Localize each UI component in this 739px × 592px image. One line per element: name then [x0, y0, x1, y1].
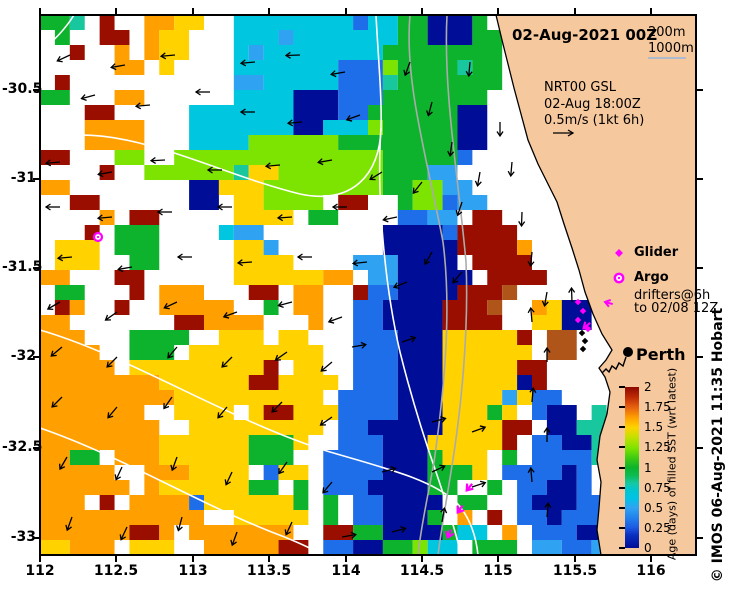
- colorbar-tick: [619, 446, 625, 449]
- x-tick-label: 114.5: [399, 563, 445, 579]
- contour-1000m-sample-line: [648, 57, 686, 59]
- contour-legend-200m: 200m: [648, 25, 686, 40]
- y-tick-right: [696, 356, 703, 358]
- y-tick-label: -32: [10, 348, 36, 364]
- colorbar-tick-label: 0: [644, 541, 652, 555]
- x-tick-top: [650, 8, 652, 15]
- y-tick-right: [696, 537, 703, 539]
- x-tick: [497, 555, 499, 562]
- x-tick-label: 116: [636, 563, 666, 579]
- x-tick: [268, 555, 270, 562]
- x-tick-top: [574, 8, 576, 15]
- argo-marker-icon: [613, 272, 625, 284]
- x-tick: [39, 555, 41, 562]
- colorbar-tick: [619, 426, 625, 429]
- contour-legend-1000m: 1000m: [648, 41, 694, 56]
- x-tick-top: [192, 8, 194, 15]
- x-tick-top: [115, 8, 117, 15]
- y-tick-label: -31: [10, 170, 36, 186]
- x-tick-label: 114: [331, 563, 361, 579]
- perth-dot: [623, 347, 633, 357]
- x-tick-label: 112.5: [93, 563, 139, 579]
- x-tick: [345, 555, 347, 562]
- y-tick-label: -33: [10, 529, 36, 545]
- vector-legend-line1: NRT00 GSL: [544, 80, 616, 95]
- colorbar-tick-label: 1.5: [644, 420, 664, 435]
- y-tick-right: [696, 267, 703, 269]
- x-tick-label: 115.5: [552, 563, 598, 579]
- vector-legend: NRT00 GSL 02-Aug 18:00Z 0.5m/s (1kt 6h): [544, 80, 644, 130]
- colorbar-tick: [619, 486, 625, 489]
- y-tick-right: [696, 447, 703, 449]
- glider-label: Glider: [634, 245, 679, 260]
- y-tick-label: -31.5: [2, 259, 43, 275]
- x-tick: [650, 555, 652, 562]
- colorbar: [625, 387, 639, 548]
- x-tick-top: [39, 8, 41, 15]
- colorbar-axis-label: Age (days) of filled SST (wrt latest): [665, 367, 679, 561]
- x-tick: [192, 555, 194, 562]
- x-tick: [115, 555, 117, 562]
- colorbar-tick-label: 2: [644, 380, 652, 394]
- colorbar-tick: [619, 526, 625, 529]
- y-tick-right: [696, 178, 703, 180]
- watermark-imos: © IMOS 06-Aug-2021 11:35 Hobart: [710, 307, 726, 583]
- x-tick-label: 112: [25, 563, 55, 579]
- x-tick-top: [268, 8, 270, 15]
- drifter-marker-icon: [603, 298, 613, 308]
- x-tick-top: [421, 8, 423, 15]
- argo-label: Argo: [634, 270, 669, 285]
- colorbar-tick: [619, 547, 625, 549]
- x-tick: [574, 555, 576, 562]
- glider-marker-icon: [615, 249, 623, 257]
- city-label-perth: Perth: [636, 345, 686, 364]
- colorbar-tick-label: 1: [644, 460, 652, 475]
- x-tick: [421, 555, 423, 562]
- colorbar-tick: [619, 406, 625, 409]
- map-title: 02-Aug-2021 00Z: [512, 26, 658, 44]
- colorbar-tick-label: 0.5: [644, 500, 664, 515]
- y-tick-right: [696, 89, 703, 91]
- x-tick-label: 115: [483, 563, 513, 579]
- x-tick-top: [345, 8, 347, 15]
- colorbar-tick: [619, 466, 625, 469]
- y-tick-label: -32.5: [2, 439, 43, 455]
- colorbar-tick: [619, 506, 625, 509]
- x-tick-label: 113.5: [246, 563, 292, 579]
- vector-legend-line2: 02-Aug 18:00Z: [544, 96, 641, 112]
- x-tick-top: [497, 8, 499, 15]
- y-tick-label: -30.5: [2, 81, 43, 97]
- colorbar-tick: [619, 386, 625, 388]
- figure-canvas: 02-Aug-2021 00Z 200m 1000m NRT00 GSL 02-…: [0, 0, 739, 592]
- scale-arrow-icon: [553, 129, 575, 137]
- x-tick-label: 113: [178, 563, 208, 579]
- drifters-label-line2: to 02/08 12Z: [634, 301, 719, 316]
